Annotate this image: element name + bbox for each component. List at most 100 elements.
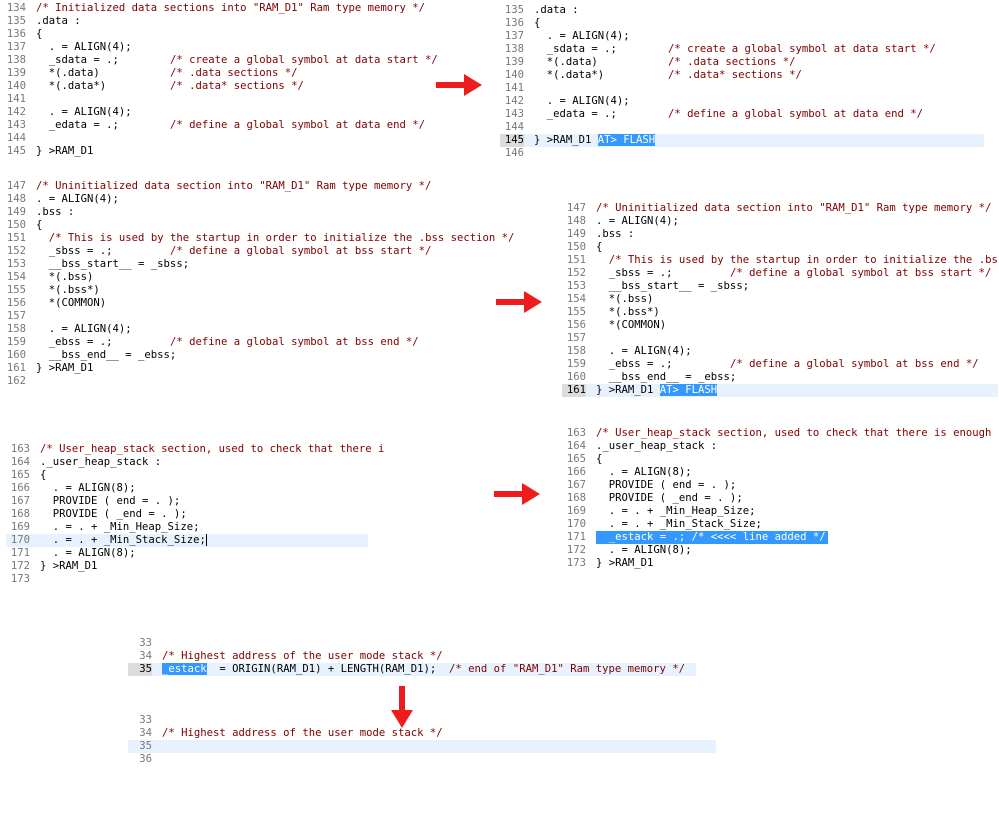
- code-line[interactable]: 148 . = ALIGN(4);: [562, 215, 998, 228]
- code-text: _edata = .; /* define a global symbol at…: [534, 108, 924, 120]
- code-line[interactable]: 164 ._user_heap_stack :: [562, 440, 998, 453]
- code-line[interactable]: 34 /* Highest address of the user mode st…: [128, 727, 716, 740]
- line-number: 156: [6, 297, 26, 309]
- code-line[interactable]: 161} >RAM_D1: [2, 362, 502, 375]
- code-line[interactable]: 163 /* User_heap_stack section, used to c…: [6, 443, 385, 456]
- code-line[interactable]: 169 . = . + _Min_Heap_Size;: [6, 521, 368, 534]
- code-line[interactable]: 135 .data :: [500, 4, 984, 17]
- code-line[interactable]: 170 . = . + _Min_Stack_Size;: [562, 518, 998, 531]
- code-line[interactable]: 164 ._user_heap_stack :: [6, 456, 368, 469]
- line-number: 154: [6, 271, 26, 283]
- code-line[interactable]: 166 . = ALIGN(8);: [6, 482, 368, 495]
- code-line[interactable]: 165 {: [6, 469, 368, 482]
- code-line[interactable]: 35: [128, 740, 716, 753]
- code-line[interactable]: 150 {: [2, 219, 502, 232]
- code-line[interactable]: 173} >RAM_D1: [562, 557, 998, 570]
- code-line[interactable]: 152 _sbss = .; /* define a global symbol…: [2, 245, 502, 258]
- code-line[interactable]: 142 . = ALIGN(4);: [500, 95, 984, 108]
- line-number: 164: [566, 440, 586, 452]
- code-text: . = ALIGN(4);: [534, 95, 630, 107]
- code-line[interactable]: 144: [500, 121, 984, 134]
- code-line[interactable]: 144: [2, 132, 432, 145]
- code-line[interactable]: 141: [500, 82, 984, 95]
- code-line[interactable]: 143 _edata = .; /* define a global symbo…: [500, 108, 984, 121]
- code-line[interactable]: 156 *(COMMON): [562, 319, 998, 332]
- code-line[interactable]: 171 . = ALIGN(8);: [6, 547, 368, 560]
- code-line[interactable]: 168 PROVIDE ( _end = . );: [6, 508, 368, 521]
- code-line[interactable]: 149 .bss :: [2, 206, 502, 219]
- code-line[interactable]: 149 .bss :: [562, 228, 998, 241]
- line-number: 152: [566, 267, 586, 279]
- line-number: 140: [6, 80, 26, 92]
- line-number: 142: [504, 95, 524, 107]
- code-line[interactable]: 170 . = . + _Min_Stack_Size;: [6, 534, 368, 547]
- code-line[interactable]: 137 . = ALIGN(4);: [500, 30, 984, 43]
- code-line[interactable]: 159 _ebss = .; /* define a global symbol…: [562, 358, 998, 371]
- code-line[interactable]: 136 {: [2, 28, 432, 41]
- code-line[interactable]: 36: [128, 753, 716, 766]
- code-line[interactable]: 136 {: [500, 17, 984, 30]
- code-line[interactable]: 138 _sdata = .; /* create a global symbo…: [2, 54, 438, 67]
- code-line[interactable]: 141: [2, 93, 432, 106]
- code-line[interactable]: 152 _sbss = .; /* define a global symbol…: [562, 267, 998, 280]
- code-line[interactable]: 167 PROVIDE ( end = . );: [6, 495, 368, 508]
- code-line[interactable]: 137 . = ALIGN(4);: [2, 41, 432, 54]
- code-line[interactable]: 154 *(.bss): [562, 293, 998, 306]
- code-line[interactable]: 172 . = ALIGN(8);: [562, 544, 998, 557]
- code-line[interactable]: 160 __bss_end__ = _ebss;: [562, 371, 998, 384]
- code-line[interactable]: 34 /* Highest address of the user mode st…: [128, 650, 696, 663]
- code-line[interactable]: 155 *(.bss*): [2, 284, 502, 297]
- code-text: *(.data) /* .data sections */: [36, 67, 298, 79]
- code-line[interactable]: 168 PROVIDE ( _end = . );: [562, 492, 998, 505]
- code-line[interactable]: 33: [128, 637, 696, 650]
- code-line[interactable]: 162: [2, 375, 502, 388]
- code-line[interactable]: 155 *(.bss*): [562, 306, 998, 319]
- code-line[interactable]: 134 /* Initialized data sections into "RA…: [2, 2, 432, 15]
- code-line[interactable]: 154 *(.bss): [2, 271, 502, 284]
- code-line[interactable]: 145} >RAM_D1: [2, 145, 432, 158]
- code-line[interactable]: 147 /* Uninitialized data section into "R…: [562, 202, 998, 215]
- code-line[interactable]: 135 .data :: [2, 15, 432, 28]
- code-line[interactable]: 160 __bss_end__ = _ebss;: [2, 349, 502, 362]
- line-number: 34: [139, 650, 152, 662]
- code-line[interactable]: 146: [500, 147, 984, 160]
- code-line[interactable]: 158 . = ALIGN(4);: [562, 345, 998, 358]
- code-line[interactable]: 151 /* This is used by the startup in or…: [562, 254, 999, 267]
- code-line[interactable]: 140 *(.data*) /* .data* sections */: [2, 80, 432, 93]
- code-line[interactable]: 140 *(.data*) /* .data* sections */: [500, 69, 984, 82]
- line-number: 145: [500, 134, 524, 147]
- line-number: 173: [10, 573, 30, 585]
- code-line[interactable]: 150 {: [562, 241, 998, 254]
- code-line[interactable]: 166 . = ALIGN(8);: [562, 466, 998, 479]
- code-line[interactable]: 151 /* This is used by the startup in or…: [2, 232, 515, 245]
- code-line[interactable]: 169 . = . + _Min_Heap_Size;: [562, 505, 998, 518]
- code-line[interactable]: 159 _ebss = .; /* define a global symbol…: [2, 336, 502, 349]
- code-line[interactable]: 158 . = ALIGN(4);: [2, 323, 502, 336]
- code-line[interactable]: 142 . = ALIGN(4);: [2, 106, 432, 119]
- code-line[interactable]: 172} >RAM_D1: [6, 560, 368, 573]
- code-line[interactable]: 138 _sdata = .; /* create a global symbo…: [500, 43, 984, 56]
- code-line[interactable]: 173: [6, 573, 368, 586]
- code-line[interactable]: 156 *(COMMON): [2, 297, 502, 310]
- code-line[interactable]: 33: [128, 714, 716, 727]
- line-number: 139: [504, 56, 524, 68]
- code-line[interactable]: 167 PROVIDE ( end = . );: [562, 479, 998, 492]
- code-line[interactable]: 153 __bss_start__ = _sbss;: [562, 280, 998, 293]
- code-line[interactable]: 171 _estack = .; /* <<<< line added */: [562, 531, 998, 544]
- code-line[interactable]: 139 *(.data) /* .data sections */: [500, 56, 984, 69]
- line-number: 167: [566, 479, 586, 491]
- code-line[interactable]: 143 _edata = .; /* define a global symbo…: [2, 119, 432, 132]
- code-line[interactable]: 157: [2, 310, 502, 323]
- code-line[interactable]: 153 __bss_start__ = _sbss;: [2, 258, 502, 271]
- code-line[interactable]: 148 . = ALIGN(4);: [2, 193, 502, 206]
- code-line[interactable]: 163 /* User_heap_stack section, used to c…: [562, 427, 999, 440]
- line-number: 158: [566, 345, 586, 357]
- code-line[interactable]: 147 /* Uninitialized data section into "R…: [2, 180, 502, 193]
- code-line[interactable]: 165 {: [562, 453, 998, 466]
- code-line[interactable]: 35 _estack = ORIGIN(RAM_D1) + LENGTH(RAM_…: [128, 663, 696, 676]
- code-line[interactable]: 157: [562, 332, 998, 345]
- code-line[interactable]: 139 *(.data) /* .data sections */: [2, 67, 432, 80]
- code-line[interactable]: 145} >RAM_D1 AT> FLASH: [500, 134, 984, 147]
- code-text: PROVIDE ( end = . );: [596, 479, 737, 491]
- code-line[interactable]: 161} >RAM_D1 AT> FLASH: [562, 384, 998, 397]
